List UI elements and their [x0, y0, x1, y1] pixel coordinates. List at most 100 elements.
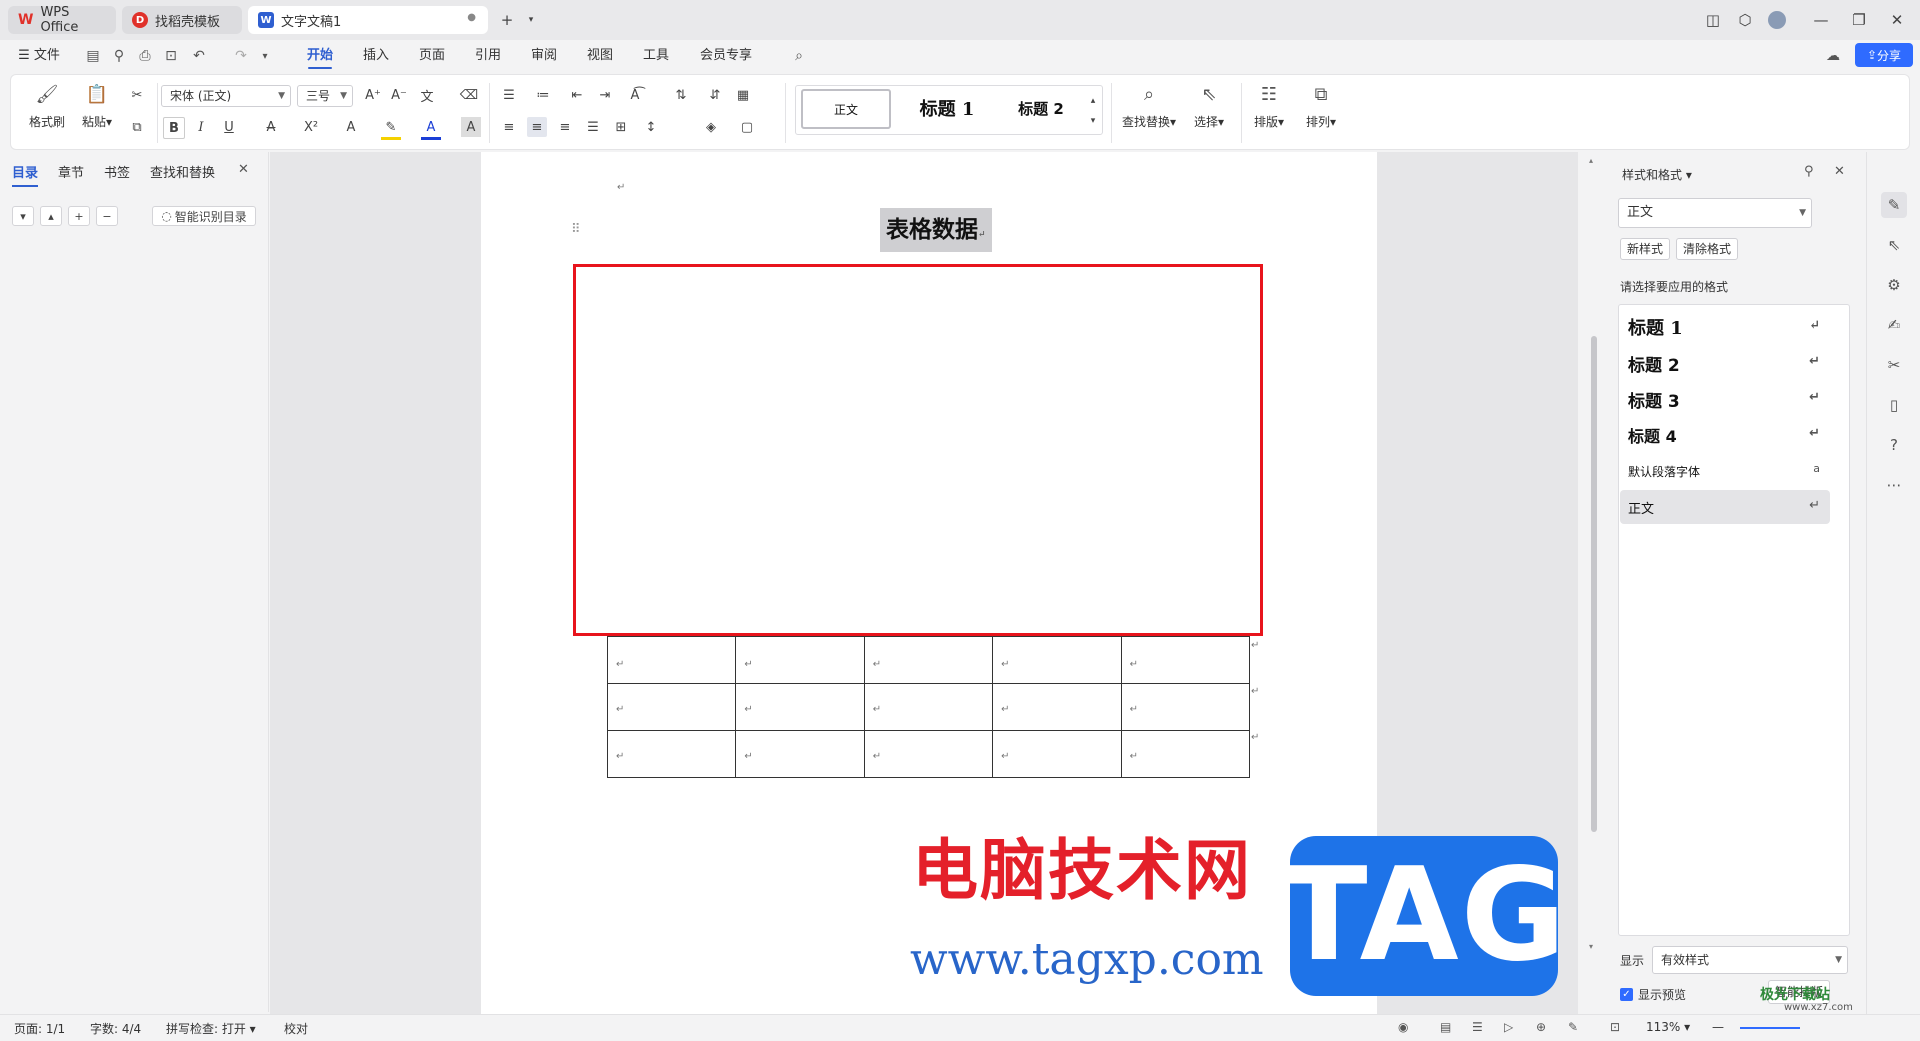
align-right-icon[interactable]: ≡ [555, 117, 575, 137]
table-cell[interactable]: ↵ [735, 730, 865, 778]
char-shading-icon[interactable]: A [461, 117, 481, 137]
show-marks-icon[interactable]: ⇵ [705, 85, 725, 105]
outline-view-icon[interactable]: ☰ [1472, 1020, 1483, 1034]
print-preview-icon[interactable]: ⊡ [162, 47, 180, 65]
style-item-heading-1[interactable]: 标题 1 ↵ [1620, 310, 1830, 344]
bold-icon[interactable]: B [163, 117, 185, 139]
style-item-default-font[interactable]: 默认段落字体 a [1620, 454, 1830, 488]
eraser-icon[interactable]: ⌫ [459, 85, 479, 105]
tab-references[interactable]: 引用 [468, 40, 508, 72]
tab-tools[interactable]: 工具 [636, 40, 676, 72]
shrink-font-icon[interactable]: A⁻ [389, 85, 409, 105]
zoom-out-icon[interactable]: — [1712, 1020, 1724, 1034]
tab-wps-office[interactable]: W WPS Office [8, 5, 116, 35]
format-painter-button[interactable]: 🖌 格式刷 [25, 83, 69, 130]
tab-docer[interactable]: D 找稻壳模板 [122, 6, 242, 34]
help-icon[interactable]: ? [1881, 432, 1907, 458]
layout-button[interactable]: ☷ 排版▾ [1247, 83, 1291, 130]
avatar[interactable] [1764, 8, 1790, 32]
tools-icon[interactable]: ✂ [1881, 352, 1907, 378]
tab-review[interactable]: 审阅 [524, 40, 564, 72]
shading-icon[interactable]: ◈ [701, 117, 721, 137]
style-item-normal[interactable]: 正文 ↵ [1620, 490, 1830, 524]
select-button[interactable]: ⇖ 选择▾ [1187, 83, 1231, 130]
more-icon[interactable]: ⋯ [1881, 472, 1907, 498]
web-view-icon[interactable]: ⊕ [1536, 1020, 1546, 1034]
pen-icon[interactable]: ✎ [1568, 1020, 1578, 1034]
text-effect-icon[interactable]: A [341, 117, 361, 137]
highlight-icon[interactable]: ✎ [381, 117, 401, 140]
document-scrollbar[interactable]: ▴ ▾ [1589, 156, 1599, 1012]
redo-icon[interactable]: ↷ [232, 47, 250, 65]
border-icon[interactable]: ▢ [737, 117, 757, 137]
style-pen-icon[interactable]: ✎ [1881, 192, 1907, 218]
drag-handle-icon[interactable]: ⠿ [571, 222, 581, 237]
clear-format-button[interactable]: 清除格式 [1676, 238, 1739, 260]
chevron-down-icon[interactable]: ▾ [518, 8, 544, 32]
smart-toc-button[interactable]: ◌ 智能识别目录 [152, 206, 256, 226]
unsaved-dot-icon[interactable]: ● [467, 12, 476, 23]
restore-icon[interactable]: ❐ [1846, 8, 1872, 32]
tab-member[interactable]: 会员专享 [692, 40, 760, 72]
close-pane-icon[interactable]: ✕ [1834, 164, 1845, 179]
strikethrough-icon[interactable]: A [261, 117, 281, 137]
table-cell[interactable]: ↵ [606, 730, 737, 778]
align-left-icon[interactable]: ≡ [499, 117, 519, 137]
search-icon[interactable]: ⌕ [790, 47, 808, 65]
table-cell[interactable]: ↵ [992, 636, 1122, 684]
decrease-indent-icon[interactable]: ⇤ [567, 85, 587, 105]
nav-tab-chapters[interactable]: 章节 [58, 162, 84, 181]
italic-icon[interactable]: I [191, 117, 211, 137]
data-table[interactable]: ↵ ↵ ↵ ↵ ↵ ↵ ↵ ↵ ↵ ↵ ↵ ↵ ↵ ↵ ↵ [606, 636, 1251, 778]
table-cell[interactable]: ↵ [863, 636, 994, 684]
scroll-down-icon[interactable]: ▾ [1589, 942, 1593, 951]
cut-icon[interactable]: ✂ [127, 85, 147, 105]
link-icon[interactable]: ⚲ [110, 47, 128, 65]
tab-view[interactable]: 视图 [580, 40, 620, 72]
proofread-button[interactable]: 校对 [284, 1020, 308, 1037]
sort-icon[interactable]: ⇅ [671, 85, 691, 105]
table-cell[interactable]: ↵ [735, 683, 865, 731]
doc-edit-icon[interactable]: ✍ [1881, 312, 1907, 338]
scroll-thumb[interactable] [1591, 336, 1597, 832]
table-cell[interactable]: ↵ [863, 730, 994, 778]
file-menu[interactable]: ☰ 文件 [14, 40, 64, 72]
style-item-heading-4[interactable]: 标题 4 ↵ [1620, 418, 1830, 452]
page-view-icon[interactable]: ▤ [1440, 1020, 1451, 1034]
style-more-icon[interactable]: ▾ [1083, 111, 1103, 131]
undo-icon[interactable]: ↶ [190, 47, 208, 65]
zoom-level[interactable]: 113% ▾ [1646, 1020, 1690, 1034]
zoom-slider[interactable] [1740, 1027, 1800, 1029]
tab-home[interactable]: 开始 [300, 40, 340, 72]
style-scroll-icon[interactable]: ▴ [1083, 91, 1103, 111]
tab-insert[interactable]: 插入 [356, 40, 396, 72]
superscript-icon[interactable]: X² [301, 117, 321, 137]
copy-icon[interactable]: ⧉ [127, 117, 147, 137]
adjust-sliders-icon[interactable]: ⚙ [1881, 272, 1907, 298]
distribute-icon[interactable]: ⊞ [611, 117, 631, 137]
new-tab-button[interactable]: + [494, 8, 520, 32]
window-layout-icon[interactable]: ◫ [1700, 8, 1726, 32]
expand-icon[interactable]: ▴ [40, 206, 62, 226]
table-cell[interactable]: ↵ [1120, 683, 1251, 731]
tab-page[interactable]: 页面 [412, 40, 452, 72]
show-filter-select[interactable]: 有效样式 ▼ [1652, 946, 1848, 974]
close-icon[interactable]: ✕ [1884, 8, 1910, 32]
text-direction-icon[interactable]: A͡ [625, 85, 645, 105]
save-icon[interactable]: ▤ [84, 47, 102, 65]
word-count[interactable]: 字数: 4/4 [90, 1020, 141, 1037]
table-cell[interactable]: ↵ [863, 683, 994, 731]
eye-icon[interactable]: ◉ [1398, 1020, 1408, 1034]
collapse-icon[interactable]: ▾ [12, 206, 34, 226]
table-cell[interactable]: ↵ [992, 730, 1122, 778]
nav-tab-bookmarks[interactable]: 书签 [104, 162, 130, 181]
current-style-select[interactable]: 正文 ▼ [1618, 198, 1812, 228]
tab-document[interactable]: W 文字文稿1 ● [248, 6, 488, 34]
style-normal[interactable]: 正文 [801, 89, 891, 129]
increase-indent-icon[interactable]: ⇥ [595, 85, 615, 105]
table-icon[interactable]: ▦ [733, 85, 753, 105]
nav-tab-find-replace[interactable]: 查找和替换 [150, 162, 215, 181]
fit-page-icon[interactable]: ⊡ [1610, 1020, 1620, 1034]
arrange-button[interactable]: ⧉ 排列▾ [1299, 83, 1343, 130]
font-color-icon[interactable]: A [421, 117, 441, 140]
